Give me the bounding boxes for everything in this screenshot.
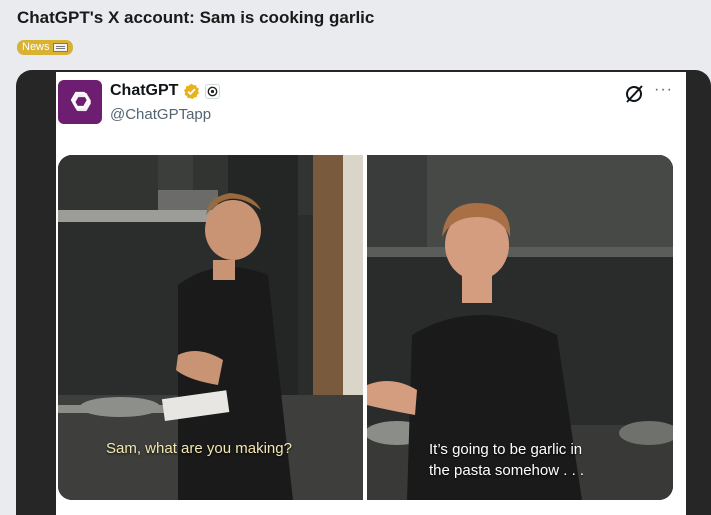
video-caption-right: It’s going to be garlic in the pasta som… (429, 439, 584, 481)
display-name[interactable]: ChatGPT (110, 82, 178, 100)
author-name-row: ChatGPT (110, 82, 221, 100)
verified-badge-icon[interactable] (183, 83, 200, 100)
avatar[interactable] (58, 80, 102, 124)
author-handle[interactable]: @ChatGPTapp (110, 106, 211, 123)
affiliate-logo-icon[interactable] (205, 83, 221, 99)
grok-icon[interactable] (623, 83, 645, 105)
post-title[interactable]: ChatGPT's X account: Sam is cooking garl… (17, 8, 374, 28)
embedded-tweet-frame: ChatGPT @ChatGPTapp ··· Sam, what are yo… (16, 70, 711, 515)
tweet-media[interactable]: Sam, what are you making? It’s going to … (58, 155, 673, 500)
newspaper-icon (52, 43, 68, 52)
openai-logo-icon (70, 91, 91, 112)
news-tag-label: News (22, 41, 50, 53)
video-caption-right-line1: It’s going to be garlic in (429, 441, 583, 458)
video-caption-right-line2: the pasta somehow . . . (429, 462, 585, 479)
news-tag[interactable]: News (17, 40, 73, 55)
screenshot-page: ChatGPT's X account: Sam is cooking garl… (0, 0, 711, 515)
video-caption-left: Sam, what are you making? (106, 440, 292, 457)
tweet-card[interactable]: ChatGPT @ChatGPTapp ··· Sam, what are yo… (56, 72, 686, 515)
more-options-icon[interactable]: ··· (654, 82, 673, 98)
